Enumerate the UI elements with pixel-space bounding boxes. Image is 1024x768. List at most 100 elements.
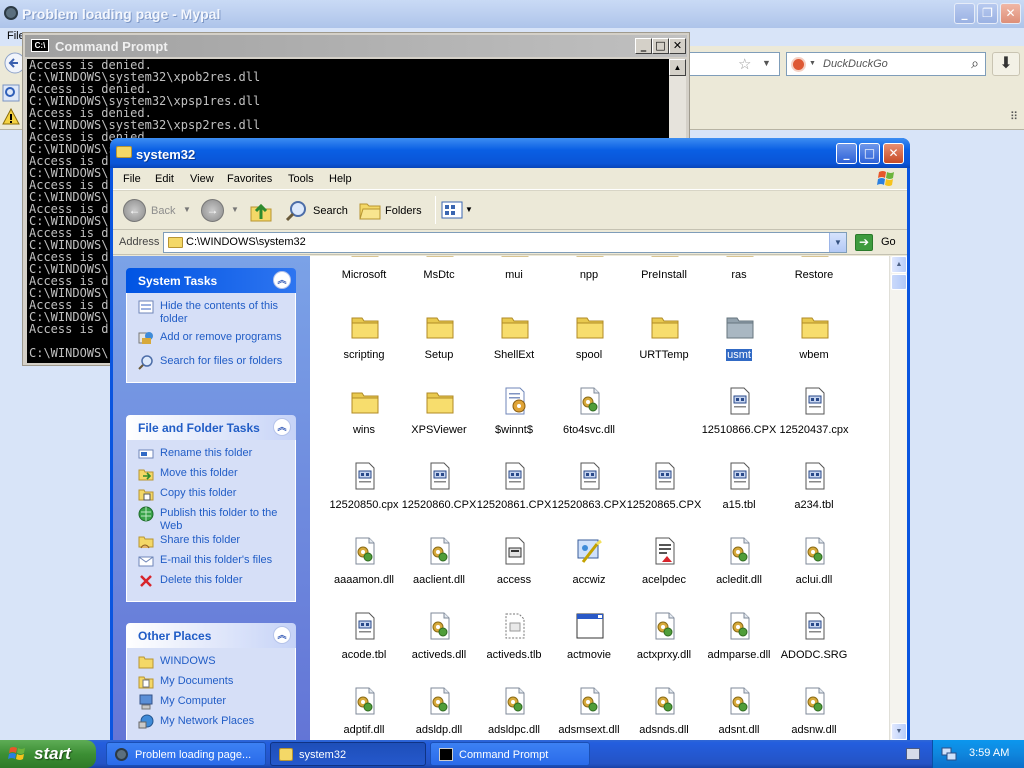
views-dropdown-icon[interactable]: ▼ bbox=[465, 205, 473, 214]
file-item[interactable]: URTTemp bbox=[626, 311, 702, 383]
menu-tools[interactable]: Tools bbox=[288, 173, 314, 185]
cmd-scroll-up-icon[interactable]: ▲ bbox=[669, 59, 686, 76]
back-button[interactable]: ← Back ▼ bbox=[121, 191, 191, 229]
browser-minimize-button[interactable]: _ bbox=[954, 3, 975, 24]
taskbar-system32[interactable]: system32 bbox=[270, 742, 426, 766]
cmd-minimize-button[interactable]: _ bbox=[635, 38, 652, 54]
file-list-scrollbar[interactable]: ▲ ▼ bbox=[889, 256, 907, 740]
file-item[interactable]: 12520861.CPX bbox=[476, 461, 552, 533]
file-item[interactable]: adsldp.dll bbox=[401, 686, 477, 740]
file-item[interactable]: actxprxy.dll bbox=[626, 611, 702, 683]
file-item[interactable]: wins bbox=[326, 386, 402, 458]
file-item[interactable]: wbem bbox=[776, 311, 852, 383]
clock[interactable]: 3:59 AM bbox=[969, 747, 1009, 759]
task-move-folder[interactable]: Move this folder bbox=[127, 466, 295, 486]
file-item[interactable]: aclui.dll bbox=[776, 536, 852, 608]
place-my-network-places[interactable]: My Network Places bbox=[127, 714, 295, 734]
task-delete-folder[interactable]: Delete this folder bbox=[127, 573, 295, 593]
collapse-chevron-icon[interactable]: ︽ bbox=[273, 271, 291, 289]
file-item[interactable]: ShellExt bbox=[476, 311, 552, 383]
cmd-close-button[interactable]: ✕ bbox=[669, 38, 686, 54]
address-input[interactable]: C:\WINDOWS\system32 ▼ bbox=[163, 232, 847, 253]
file-item[interactable]: acelpdec bbox=[626, 536, 702, 608]
url-dropdown-icon[interactable]: ▼ bbox=[762, 58, 771, 68]
explorer-close-button[interactable]: ✕ bbox=[883, 143, 904, 164]
file-item[interactable]: spool bbox=[551, 311, 627, 383]
file-item[interactable]: 12520863.CPX bbox=[551, 461, 627, 533]
file-item[interactable]: 12520865.CPX bbox=[626, 461, 702, 533]
place-my-computer[interactable]: My Computer bbox=[127, 694, 295, 714]
search-magnifier-icon[interactable]: ⌕ bbox=[971, 55, 979, 72]
task-hide-contents[interactable]: Hide the contents of this folder bbox=[127, 299, 295, 326]
file-item[interactable]: aaaamon.dll bbox=[326, 536, 402, 608]
place-windows[interactable]: WINDOWS bbox=[127, 654, 295, 674]
file-item[interactable]: adptif.dll bbox=[326, 686, 402, 740]
forward-button[interactable]: → ▼ bbox=[197, 191, 241, 229]
task-search-files[interactable]: Search for files or folders bbox=[127, 354, 295, 374]
go-button[interactable]: ➔ Go bbox=[855, 233, 903, 253]
cmd-maximize-button[interactable]: □ bbox=[652, 38, 669, 54]
file-item[interactable]: admparse.dll bbox=[701, 611, 777, 683]
collapse-chevron-icon[interactable]: ︽ bbox=[273, 418, 291, 436]
file-item[interactable]: accwiz bbox=[551, 536, 627, 608]
task-add-remove-programs[interactable]: Add or remove programs bbox=[127, 330, 295, 350]
forward-dropdown-icon[interactable]: ▼ bbox=[231, 205, 239, 214]
file-item[interactable]: acledit.dll bbox=[701, 536, 777, 608]
file-list-view[interactable]: Microsoft MsDtc mui npp PreInstall ras Restore… bbox=[310, 256, 907, 740]
file-item[interactable]: 6to4svc.dll bbox=[551, 386, 627, 458]
scroll-thumb[interactable] bbox=[891, 274, 907, 290]
file-item[interactable]: acode.tbl bbox=[326, 611, 402, 683]
task-share-folder[interactable]: Share this folder bbox=[127, 533, 295, 553]
file-folder-tasks-header[interactable]: File and Folder Tasks ︽ bbox=[126, 415, 296, 440]
file-item[interactable]: activeds.dll bbox=[401, 611, 477, 683]
file-item[interactable]: a234.tbl bbox=[776, 461, 852, 533]
file-item[interactable]: adsmsext.dll bbox=[551, 686, 627, 740]
browser-close-button[interactable]: ✕ bbox=[1000, 3, 1021, 24]
task-publish-folder[interactable]: Publish this folder to the Web bbox=[127, 506, 295, 533]
file-item[interactable]: 12520437.cpx bbox=[776, 386, 852, 458]
collapse-chevron-icon[interactable]: ︽ bbox=[273, 626, 291, 644]
task-rename-folder[interactable]: Rename this folder bbox=[127, 446, 295, 466]
explorer-minimize-button[interactable]: _ bbox=[836, 143, 857, 164]
search-button[interactable]: Search bbox=[283, 191, 351, 229]
file-item[interactable]: adsnds.dll bbox=[626, 686, 702, 740]
browser-restore-button[interactable]: ❐ bbox=[977, 3, 998, 24]
file-grid[interactable]: Microsoft MsDtc mui npp PreInstall ras Restore… bbox=[310, 256, 889, 740]
download-icon[interactable]: ⬇ bbox=[992, 52, 1020, 76]
start-button[interactable]: start bbox=[0, 740, 96, 768]
file-item[interactable]: adsnt.dll bbox=[701, 686, 777, 740]
file-item[interactable]: scripting bbox=[326, 311, 402, 383]
scroll-down-icon[interactable]: ▼ bbox=[891, 723, 907, 740]
file-item[interactable]: Setup bbox=[401, 311, 477, 383]
views-button[interactable]: ▼ bbox=[441, 191, 477, 229]
file-item[interactable]: access bbox=[476, 536, 552, 608]
browser-search-box[interactable]: ▼ DuckDuckGo ⌕ bbox=[786, 52, 986, 76]
place-my-documents[interactable]: My Documents bbox=[127, 674, 295, 694]
file-item[interactable]: a15.tbl bbox=[701, 461, 777, 533]
explorer-title-bar[interactable]: system32 _ □ ✕ bbox=[110, 138, 910, 168]
menu-favorites[interactable]: Favorites bbox=[227, 173, 272, 185]
network-tray-icon[interactable] bbox=[941, 747, 957, 761]
folders-button[interactable]: Folders bbox=[357, 191, 429, 229]
url-bar-fragment[interactable]: ☆ ▼ bbox=[690, 52, 780, 76]
system-tasks-header[interactable]: System Tasks ︽ bbox=[126, 268, 296, 293]
back-dropdown-icon[interactable]: ▼ bbox=[183, 205, 191, 214]
file-item[interactable]: 12520860.CPX bbox=[401, 461, 477, 533]
menu-view[interactable]: View bbox=[190, 173, 214, 185]
bookmark-star-icon[interactable]: ☆ bbox=[738, 55, 751, 73]
up-folder-icon[interactable] bbox=[249, 199, 273, 223]
file-item[interactable]: ADODC.SRG bbox=[776, 611, 852, 683]
menu-help[interactable]: Help bbox=[329, 173, 352, 185]
address-dropdown-icon[interactable]: ▼ bbox=[829, 233, 846, 252]
file-item[interactable]: activeds.tlb bbox=[476, 611, 552, 683]
cmd-title-bar[interactable]: C:\ Command Prompt _ □ ✕ bbox=[25, 35, 687, 57]
file-item[interactable]: adsldpc.dll bbox=[476, 686, 552, 740]
search-engine-dropdown-icon[interactable]: ▼ bbox=[809, 60, 816, 67]
other-places-header[interactable]: Other Places ︽ bbox=[126, 623, 296, 648]
duckduckgo-icon[interactable] bbox=[791, 57, 806, 72]
file-item[interactable]: $winnt$ bbox=[476, 386, 552, 458]
file-item[interactable]: 12520850.cpx bbox=[326, 461, 402, 533]
explorer-maximize-button[interactable]: □ bbox=[859, 143, 880, 164]
menu-edit[interactable]: Edit bbox=[155, 173, 174, 185]
file-item[interactable]: 12510866.CPX bbox=[701, 386, 777, 458]
